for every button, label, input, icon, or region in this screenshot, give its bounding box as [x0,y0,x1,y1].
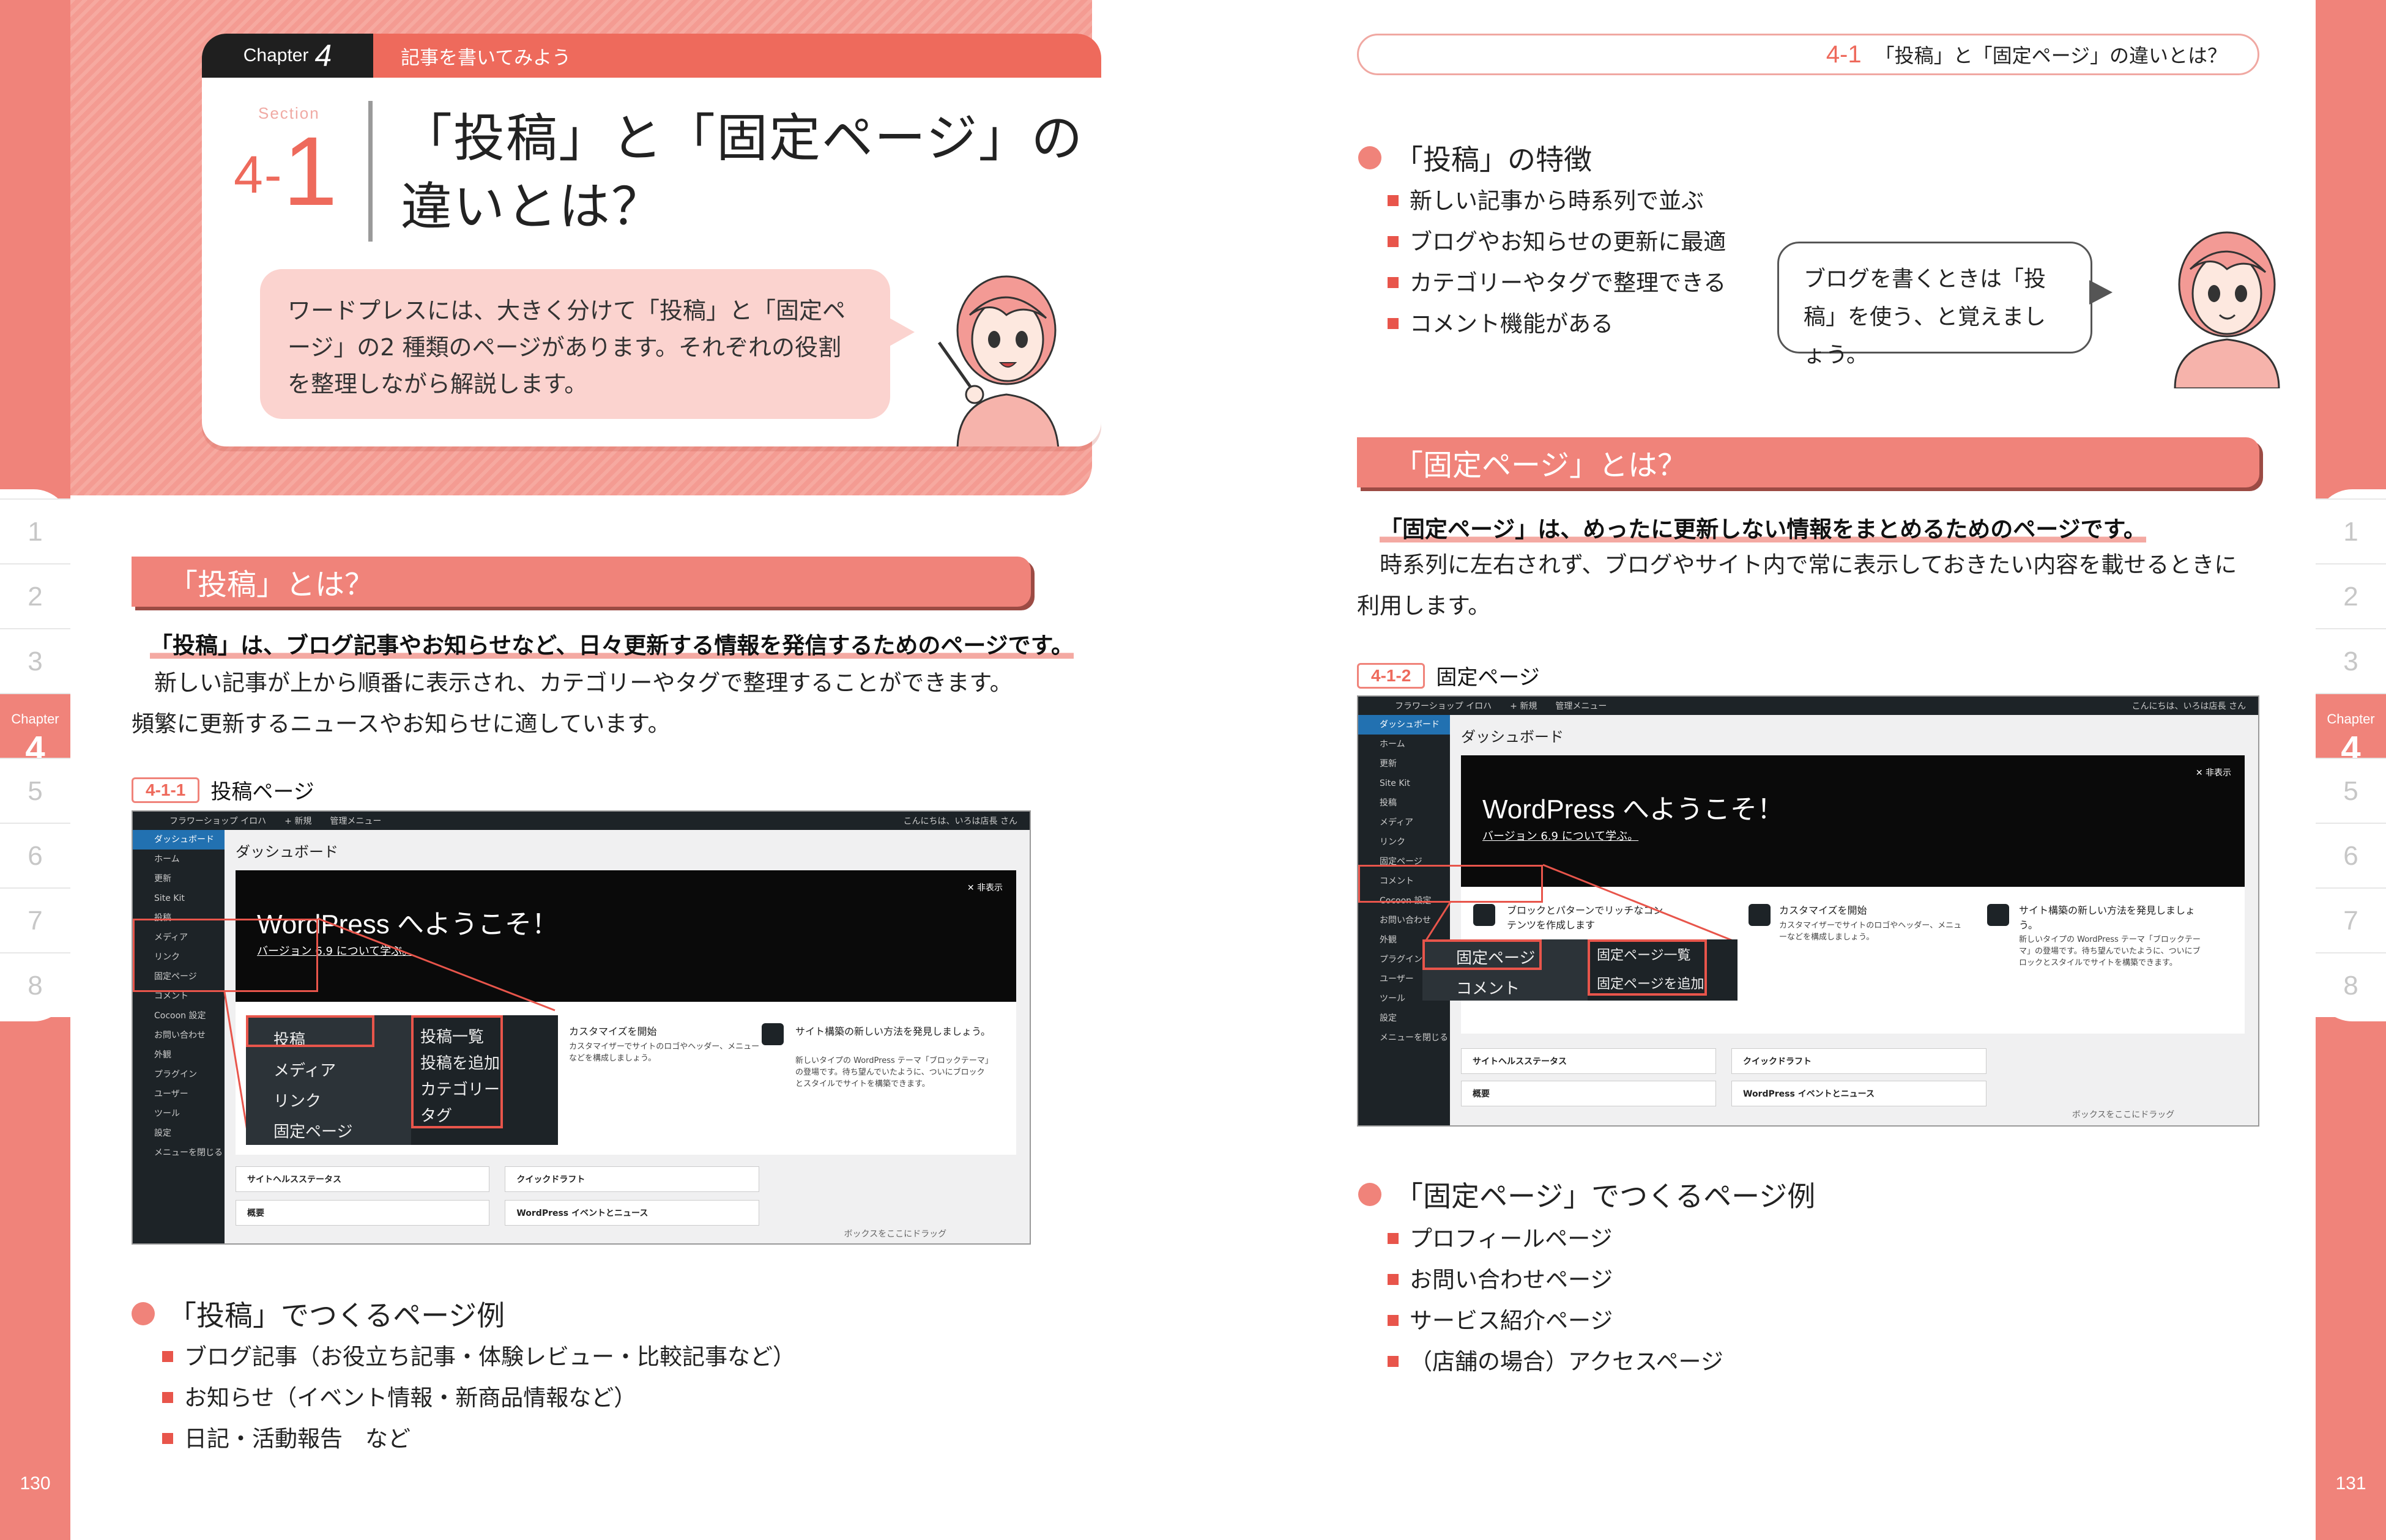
list-item: カテゴリーやタグで整理できる [1388,262,1726,303]
post-examples-heading: 「投稿」でつくるページ例 [132,1294,505,1334]
list-item: （店舗の場合）アクセスページ [1388,1341,1723,1382]
zoom-fixed-page-menu: 固定ページ コメント 固定ページ一覧 固定ページを追加 [1422,939,1737,1001]
girl-illustration [2174,231,2280,388]
figure-caption: 固定ページ [1436,665,1540,690]
page-number: 130 [20,1473,51,1494]
thumb-number: 6 [2316,823,2386,887]
post-definition: 「投稿」は、ブログ記事やお知らせなど、日々更新する情報を発信するためのページです… [150,632,1074,659]
section-heading-fixed-page: 「固定ページ」とは？ [1357,437,2259,487]
list-item: ブログ記事（お役立ち記事・体験レビュー・比較記事など） [162,1336,795,1377]
tip-bubble: ブログを書くときは「投稿」を使う、と覚えましょう。 [1777,242,2113,368]
thumb-number: 2 [2316,563,2386,628]
zoom-connector-lines [1424,864,1735,942]
thumb-index-left: 1 2 3 Chapter 4 5 6 7 8 130 [0,0,70,1540]
figure-number: 4-1-1 [132,777,200,803]
running-header: 4-1 「投稿」と「固定ページ」の違いとは？ [1357,34,2259,75]
thumb-number: 5 [0,758,70,823]
post-description: 新しい記事が上から順番に表示され、カテゴリーやタグで整理することができます。頻繁… [132,670,1013,737]
section-number: 4-1 [234,116,337,226]
right-page: 1 2 3 Chapter 4 5 6 7 8 131 4-1 「投稿」と「固定ペー… [1193,0,2386,1540]
thumb-number: 1 [0,498,70,563]
page-number: 131 [2335,1473,2366,1494]
figure-label: 4-1-1 投稿ページ [132,775,314,805]
thumb-number: 7 [0,887,70,952]
thumb-number: 3 [0,628,70,693]
thumb-index-right: 1 2 3 Chapter 4 5 6 7 8 131 [2316,0,2386,1540]
fixed-page-description: 時系列に左右されず、ブログやサイト内で常に表示しておきたい内容を載せるときに利用… [1357,552,2237,619]
section-heading-post: 「投稿」とは？ [132,557,1031,607]
fixed-examples-list: プロフィールページ お問い合わせページ サービス紹介ページ （店舗の場合）アクセ… [1388,1218,1723,1382]
list-item: お知らせ（イベント情報・新商品情報など） [162,1377,795,1418]
list-item: プロフィールページ [1388,1218,1723,1259]
fixed-examples-heading: 「固定ページ」でつくるページ例 [1358,1174,1815,1215]
thumb-number: 6 [0,823,70,887]
thumb-number: 8 [0,952,70,1017]
left-page: 1 2 3 Chapter 4 5 6 7 8 130 Chapter 4 記事を書… [0,0,1193,1540]
figure-caption: 投稿ページ [210,780,314,804]
thumb-number: 1 [2316,498,2386,563]
thumb-number: 7 [2316,887,2386,952]
figure-number: 4-1-2 [1357,662,1425,689]
list-item: 日記・活動報告 など [162,1418,795,1459]
list-item: 新しい記事から時系列で並ぶ [1388,180,1726,221]
post-features-heading: 「投稿」の特徴 [1358,138,1592,178]
thumb-number: 2 [0,563,70,628]
thumb-number: 5 [2316,758,2386,823]
thumb-active-chapter: Chapter 4 [0,693,70,769]
list-item: お問い合わせページ [1388,1259,1723,1300]
chapter-tag: Chapter 4 [202,34,373,78]
screenshot-post-page: フラワーショップ イロハ + 新規 管理メニュー こんにちは、いろは店長 さん ダッシ… [132,810,1031,1245]
thumb-number: 3 [2316,628,2386,693]
post-examples-list: ブログ記事（お役立ち記事・体験レビュー・比較記事など） お知らせ（イベント情報・… [162,1336,795,1459]
page-title: 「投稿」と「固定ページ」の 違いとは？ [401,108,1084,237]
post-features-list: 新しい記事から時系列で並ぶ ブログやお知らせの更新に最適 カテゴリーやタグで整理… [1388,180,1726,344]
screenshot-fixed-page: フラワーショップ イロハ + 新規 管理メニュー こんにちは、いろは店長 さん ダッシ… [1357,695,2259,1127]
list-item: ブログやお知らせの更新に最適 [1388,221,1726,262]
intro-bubble: ワードプレスには、大きく分けて「投稿」と「固定ページ」の2 種類のページがありま… [260,269,915,419]
chapter-title: 記事を書いてみよう [401,46,571,69]
section-header-card: Chapter 4 記事を書いてみよう Section 4-1 「投稿」と「固定ペ… [202,34,1101,446]
thumb-active-chapter: Chapter 4 [2316,693,2386,769]
girl-teacher-illustration [937,275,1060,446]
figure-label: 4-1-2 固定ページ [1357,661,1540,690]
zoom-post-menu: 投稿 メディア リンク 固定ページ 投稿一覧 投稿を追加 カテゴリー タグ [246,1015,558,1145]
thumb-number: 8 [2316,952,2386,1017]
section-header-block: Chapter 4 記事を書いてみよう Section 4-1 「投稿」と「固定ペ… [70,0,1101,495]
list-item: コメント機能がある [1388,303,1726,344]
fixed-page-definition: 「固定ページ」は、めったに更新しない情報をまとめるためのページです。 [1380,516,2146,542]
list-item: サービス紹介ページ [1388,1300,1723,1341]
